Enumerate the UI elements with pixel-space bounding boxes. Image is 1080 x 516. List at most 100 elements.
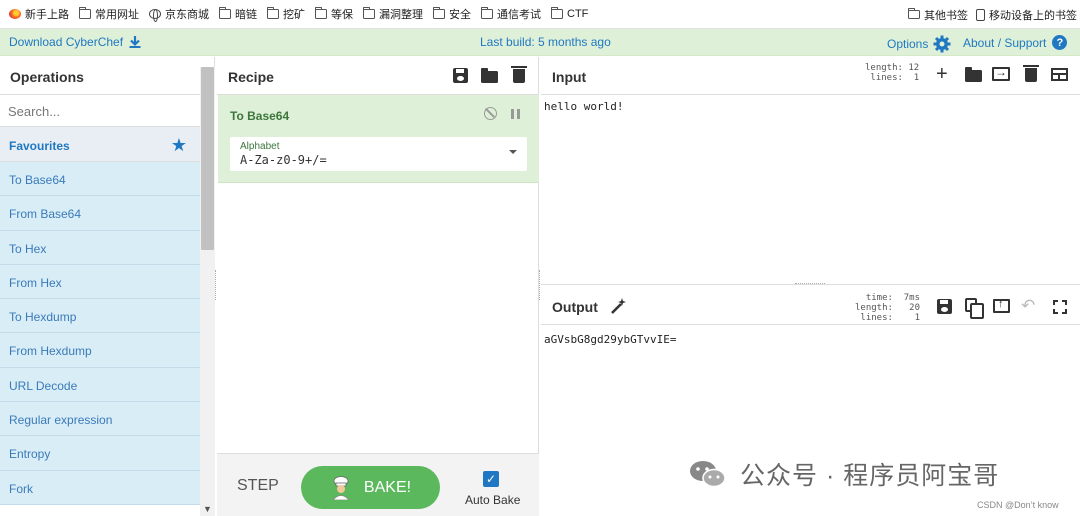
chef-icon (332, 475, 350, 500)
chevron-down-icon (509, 150, 517, 154)
recipe-operation[interactable]: To Base64 Alphabet A-Za-z0-9+/= (218, 95, 539, 183)
folder-icon (362, 7, 375, 19)
input-textarea[interactable]: hello world! (544, 100, 623, 113)
bookmark-label: 安全 (449, 9, 471, 21)
step-button[interactable]: STEP (237, 477, 279, 495)
globe-icon (149, 9, 161, 22)
folder-icon (480, 7, 493, 19)
bookmark-firefox[interactable]: 新手上路 (0, 0, 69, 29)
operation-item[interactable]: Fork (0, 470, 200, 505)
copy-icon[interactable] (965, 298, 984, 319)
operation-item[interactable]: To Hex (0, 230, 200, 265)
bookmark-label: 移动设备上的书签 (989, 9, 1077, 22)
input-title: Input (552, 69, 587, 85)
bookmark-label: 通信考试 (497, 9, 541, 21)
resize-handle[interactable] (795, 283, 825, 286)
save-icon[interactable] (453, 68, 468, 83)
bookmark-folder[interactable]: 挖矿 (257, 0, 305, 29)
download-link[interactable]: Download CyberChef (9, 35, 142, 49)
bake-label: BAKE! (363, 478, 412, 496)
options-label: Options (887, 37, 929, 51)
open-file-icon[interactable] (992, 65, 1010, 81)
undo-icon[interactable]: ↶ (1021, 297, 1035, 314)
bookmark-folder[interactable]: 常用网址 (69, 0, 139, 29)
favourites-category[interactable]: Favourites ★ (0, 127, 200, 162)
operations-search-input[interactable]: Search... (0, 95, 200, 127)
bookmark-label: 暗链 (235, 9, 257, 21)
scroll-down-icon[interactable]: ▼ (203, 505, 212, 514)
magic-wand-icon[interactable] (609, 297, 627, 315)
download-label: Download CyberChef (9, 35, 124, 49)
bookmark-other[interactable]: 其他书签 (907, 0, 968, 29)
options-link[interactable]: Options (887, 35, 951, 53)
add-tab-icon[interactable]: + (936, 64, 948, 84)
operation-item[interactable]: From Base64 (0, 196, 200, 231)
bookmark-folder[interactable]: 暗链 (209, 0, 257, 29)
trash-icon[interactable] (511, 66, 527, 83)
bookmark-folder[interactable]: 通信考试 (471, 0, 541, 29)
bookmark-label: 新手上路 (25, 9, 69, 21)
recipe-panel: Recipe To Base64 Alphabet A-Za-z0-9+/= S… (217, 57, 539, 516)
firefox-icon (9, 9, 21, 19)
maximize-icon[interactable] (1053, 300, 1067, 314)
operations-scrollbar[interactable]: ▼ (200, 67, 215, 516)
operation-item[interactable]: Regular expression (0, 402, 200, 437)
operations-title: Operations (0, 57, 200, 95)
bookmark-folder[interactable]: 漏洞整理 (353, 0, 423, 29)
bookmark-label: 等保 (331, 9, 353, 21)
output-header: Output time: 7ms length: 20 lines: 1 ↶ (541, 287, 1080, 325)
pause-icon[interactable] (511, 109, 520, 119)
bookmark-folder[interactable]: 等保 (305, 0, 353, 29)
folder-icon (266, 7, 279, 19)
input-stats: length: 12 lines: 1 (865, 63, 920, 83)
input-panel: Input length: 12 lines: 1 + hello world! (541, 57, 1080, 285)
help-icon: ? (1052, 35, 1068, 50)
bookmark-jd[interactable]: 京东商城 (139, 0, 209, 29)
alphabet-value: A-Za-z0-9+/= (240, 153, 327, 167)
scrollbar-thumb[interactable] (201, 67, 214, 250)
operation-name: To Base64 (230, 109, 290, 123)
bookmark-folder[interactable]: 安全 (423, 0, 471, 29)
operation-item[interactable]: Entropy (0, 436, 200, 471)
folder-open-icon[interactable] (481, 68, 498, 83)
open-folder-icon[interactable] (965, 67, 982, 82)
folder-icon (78, 7, 91, 19)
bake-controls: STEP BAKE! ✓ Auto Bake (217, 453, 539, 516)
last-build: Last build: 5 months ago (480, 35, 611, 49)
star-icon: ★ (170, 135, 187, 155)
bookmark-label: 常用网址 (95, 9, 139, 21)
output-stats: time: 7ms length: 20 lines: 1 (855, 293, 921, 323)
operation-item[interactable]: From Hexdump (0, 333, 200, 368)
replace-input-icon[interactable] (993, 298, 1010, 313)
bake-button[interactable]: BAKE! (301, 466, 440, 509)
about-label: About / Support (963, 35, 1047, 50)
bookmark-label: 其他书签 (924, 9, 968, 22)
favourites-label: Favourites (9, 139, 70, 153)
operation-item[interactable]: From Hex (0, 264, 200, 300)
bookmark-label: 京东商城 (165, 9, 209, 21)
reset-layout-icon[interactable] (1051, 68, 1068, 81)
wechat-icon (690, 461, 726, 488)
output-textarea[interactable]: aGVsbG8gd29ybGTvvIE= (544, 333, 676, 346)
folder-icon (432, 7, 445, 19)
mobile-icon (976, 8, 985, 21)
save-output-icon[interactable] (937, 299, 952, 314)
watermark-text: 公众号 · 程序员阿宝哥 (740, 462, 1000, 490)
disable-icon[interactable] (484, 107, 497, 120)
operations-panel: Operations Search... Favourites ★ To Bas… (0, 57, 215, 516)
csdn-credit: CSDN @Don’t know (977, 500, 1059, 510)
auto-bake-checkbox[interactable]: ✓ (483, 471, 499, 487)
operation-item[interactable]: To Base64 (0, 162, 200, 197)
folder-icon (907, 8, 920, 19)
output-title: Output (552, 299, 598, 315)
clear-input-icon[interactable] (1023, 65, 1039, 82)
alphabet-select[interactable]: Alphabet A-Za-z0-9+/= (230, 137, 527, 171)
recipe-header: Recipe (217, 57, 539, 95)
alphabet-label: Alphabet (240, 141, 280, 152)
operation-item[interactable]: URL Decode (0, 367, 200, 403)
input-header: Input length: 12 lines: 1 + (541, 57, 1080, 95)
bookmark-folder[interactable]: CTF (541, 0, 588, 29)
bookmark-mobile[interactable]: 移动设备上的书签 (976, 0, 1077, 29)
about-link[interactable]: About / Support ? (963, 35, 1068, 50)
operation-item[interactable]: To Hexdump (0, 299, 200, 334)
